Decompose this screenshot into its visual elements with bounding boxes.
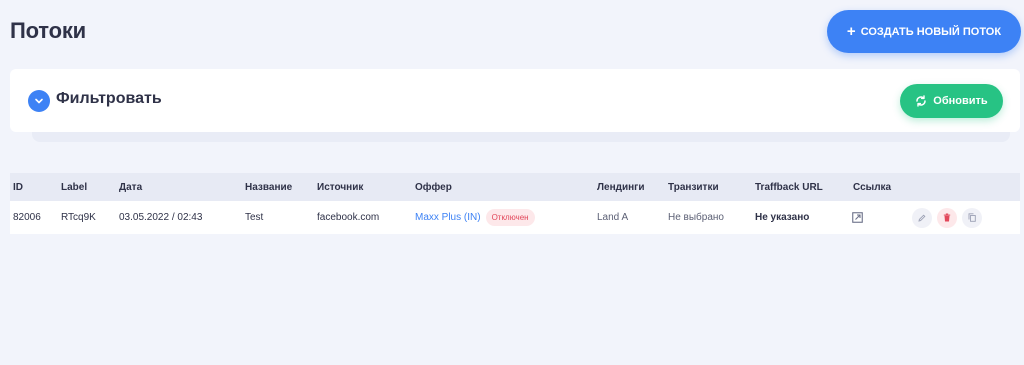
row-id: 82006 [13, 212, 41, 223]
row-offer-cell: Maxx Plus (IN) Отключен [415, 201, 535, 234]
pencil-icon [918, 214, 926, 222]
status-badge: Отключен [485, 209, 535, 226]
column-header-id: ID [13, 181, 23, 193]
column-header-landings: Лендинги [597, 181, 645, 193]
column-header-label: Label [61, 181, 88, 193]
row-actions [912, 201, 987, 234]
plus-icon: + [846, 23, 856, 40]
delete-button[interactable] [937, 207, 957, 228]
create-stream-label: СОЗДАТЬ НОВЫЙ ПОТОК [860, 25, 1002, 38]
refresh-label: Обновить [933, 95, 988, 107]
row-traffback: Не указано [755, 212, 810, 223]
filter-toggle-button[interactable] [28, 90, 50, 112]
row-transit: Не выбрано [668, 212, 724, 223]
create-stream-button[interactable]: + СОЗДАТЬ НОВЫЙ ПОТОК [827, 10, 1021, 53]
row-landing: Land A [597, 212, 629, 223]
table-row: 82006 RTcq9K 03.05.2022 / 02:43 Test fac… [10, 201, 1020, 234]
column-header-traffback: Traffback URL [755, 181, 823, 193]
edit-button[interactable] [912, 207, 932, 228]
column-header-date: Дата [119, 181, 143, 193]
filter-panel: Фильтровать Обновить [10, 69, 1020, 132]
page-title: Потоки [10, 18, 86, 43]
copy-button[interactable] [962, 207, 982, 228]
copy-icon [968, 213, 976, 222]
external-link-icon [852, 212, 863, 223]
refresh-button[interactable]: Обновить [900, 84, 1003, 118]
column-header-name: Название [245, 181, 293, 193]
table-header: ID Label Дата Название Источник Оффер Ле… [10, 173, 1020, 201]
row-label: RTcq9K [61, 212, 96, 223]
column-header-link: Ссылка [853, 181, 892, 193]
column-header-source: Источник [317, 181, 364, 193]
row-date: 03.05.2022 / 02:43 [119, 212, 203, 223]
filter-title[interactable]: Фильтровать [56, 90, 162, 108]
row-source: facebook.com [317, 212, 380, 223]
column-header-transits: Транзитки [668, 181, 719, 193]
refresh-icon [916, 95, 927, 107]
chevron-down-icon [35, 98, 43, 104]
row-name: Test [245, 212, 264, 223]
open-link-button[interactable] [852, 201, 863, 234]
streams-table: ID Label Дата Название Источник Оффер Ле… [10, 173, 1020, 234]
column-header-offer: Оффер [415, 181, 452, 193]
offer-link[interactable]: Maxx Plus (IN) [415, 212, 481, 223]
trash-icon [943, 213, 951, 222]
